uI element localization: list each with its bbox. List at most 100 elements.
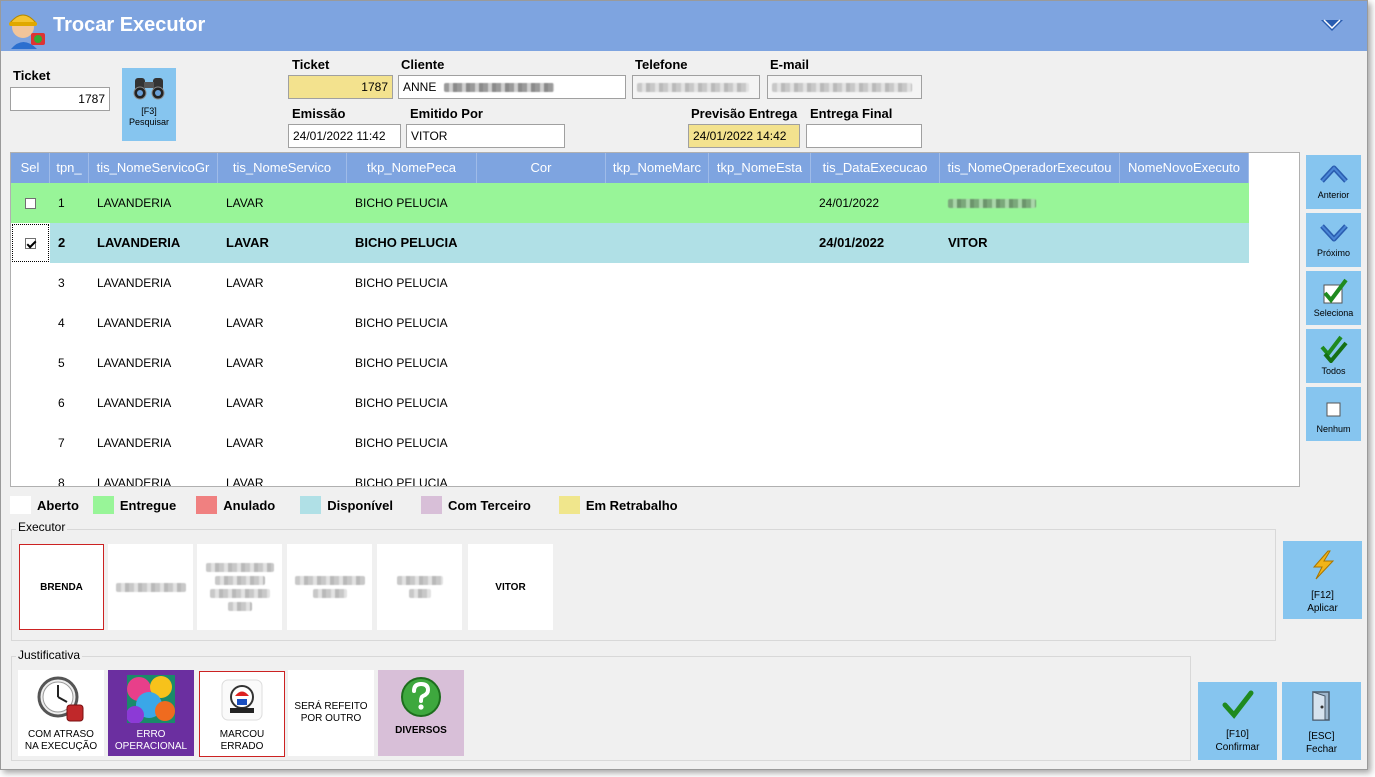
- emitido-por-field: VITOR: [406, 124, 565, 148]
- row-select-cell[interactable]: [11, 423, 50, 463]
- row-grupo: LAVANDERIA: [97, 276, 172, 290]
- trocar-executor-window: Trocar Executor Ticket 1787 [F3] Pesquis…: [0, 0, 1368, 770]
- window-title: Trocar Executor: [53, 14, 206, 36]
- executor-tile-redacted[interactable]: [108, 544, 193, 630]
- justificativa-marcou-errado[interactable]: MARCOU ERRADO: [199, 671, 285, 757]
- title-bar: Trocar Executor: [1, 1, 1367, 51]
- emissao-field: 24/01/2022 11:42: [288, 124, 401, 148]
- row-peca: BICHO PELUCIA: [355, 356, 448, 370]
- email-redacted: [772, 83, 912, 93]
- row-novo-executor: [1120, 223, 1249, 263]
- marcou-line2: ERRADO: [220, 741, 264, 752]
- confirmar-label: Confirmar: [1215, 742, 1260, 753]
- search-button[interactable]: [F3] Pesquisar: [122, 68, 176, 141]
- row-grupo: LAVANDERIA: [97, 396, 172, 410]
- row-servico: LAVAR: [226, 235, 269, 250]
- row-select-cell[interactable]: [11, 223, 50, 263]
- row-estampa: [709, 223, 811, 263]
- legend-aberto: Aberto: [37, 497, 79, 513]
- refeito-label: SERÁ REFEITO POR OUTRO: [294, 701, 367, 725]
- legend-swatch-aberto: [10, 496, 31, 514]
- row-select-cell[interactable]: [11, 463, 50, 486]
- entrega-final-field[interactable]: [806, 124, 922, 148]
- legend-anulado: Anulado: [223, 497, 276, 513]
- executor-tile-brenda[interactable]: BRENDA: [19, 544, 104, 630]
- erro-operacional-label: ERRO OPERACIONAL: [115, 729, 187, 753]
- proximo-button[interactable]: Próximo: [1306, 213, 1361, 267]
- row-select-cell[interactable]: [11, 383, 50, 423]
- executor-tile-redacted[interactable]: [287, 544, 372, 630]
- col-nome-servico[interactable]: tis_NomeServico: [218, 153, 347, 183]
- worker-icon: [8, 14, 45, 49]
- justificativa-atraso[interactable]: COM ATRASO NA EXECUÇÃO: [18, 670, 104, 756]
- fechar-button[interactable]: [ESC] Fechar: [1282, 682, 1361, 760]
- col-data-execucao[interactable]: tis_DataExecucao: [811, 153, 940, 183]
- operador-redacted: [948, 199, 1036, 209]
- table-row[interactable]: 3 LAVANDERIA LAVAR BICHO PELUCIA: [11, 263, 477, 303]
- anterior-button[interactable]: Anterior: [1306, 155, 1361, 209]
- row-peca: BICHO PELUCIA: [355, 276, 448, 290]
- row-select-cell[interactable]: [11, 303, 50, 343]
- col-tpn[interactable]: tpn_: [50, 153, 89, 183]
- row-marca: [606, 223, 709, 263]
- table-row[interactable]: 6 LAVANDERIA LAVAR BICHO PELUCIA: [11, 383, 477, 423]
- refeito-line1: SERÁ REFEITO: [294, 701, 368, 712]
- row-number: 5: [58, 356, 65, 370]
- row-peca: BICHO PELUCIA: [355, 396, 448, 410]
- table-row[interactable]: 2 LAVANDERIA LAVAR BICHO PELUCIA 24/01/2…: [11, 223, 1249, 263]
- col-nome-servico-gr[interactable]: tis_NomeServicoGr: [89, 153, 218, 183]
- chevron-down-icon: [1319, 224, 1348, 242]
- seleciona-button[interactable]: Seleciona: [1306, 271, 1361, 325]
- justificativa-erro-operacional[interactable]: ERRO OPERACIONAL: [108, 670, 194, 756]
- row-grupo: LAVANDERIA: [97, 316, 172, 330]
- items-grid[interactable]: Sel tpn_ tis_NomeServicoGr tis_NomeServi…: [10, 152, 1300, 487]
- row-servico: LAVAR: [226, 276, 264, 290]
- aplicar-button[interactable]: [F12] Aplicar: [1283, 541, 1362, 619]
- fechar-key: [ESC]: [1308, 731, 1335, 742]
- row-number: 3: [58, 276, 65, 290]
- executor-name-redacted: [209, 589, 270, 598]
- table-row[interactable]: 7 LAVANDERIA LAVAR BICHO PELUCIA: [11, 423, 477, 463]
- cliente-field: ANNE: [398, 75, 626, 99]
- confirmar-button[interactable]: [F10] Confirmar: [1198, 682, 1277, 760]
- executor-tile-redacted[interactable]: [377, 544, 462, 630]
- row-checkbox[interactable]: [25, 197, 36, 209]
- row-novo-executor: [1120, 183, 1249, 223]
- table-row[interactable]: 4 LAVANDERIA LAVAR BICHO PELUCIA: [11, 303, 477, 343]
- col-nome-peca[interactable]: tkp_NomePeca: [347, 153, 477, 183]
- sticker-icon: [221, 679, 263, 721]
- ticket-search-input[interactable]: 1787: [10, 87, 110, 111]
- col-operador-executou[interactable]: tis_NomeOperadorExecutou: [940, 153, 1120, 183]
- executor-tile-vitor[interactable]: VITOR: [468, 544, 553, 630]
- atraso-line1: COM ATRASO: [28, 729, 94, 740]
- justificativa-group-label: Justificativa: [16, 648, 83, 662]
- col-nome-marca[interactable]: tkp_NomeMarc: [606, 153, 709, 183]
- row-select-cell[interactable]: [11, 183, 50, 223]
- chevron-down-icon[interactable]: [1319, 17, 1345, 35]
- lightning-icon: [1312, 550, 1334, 580]
- row-grupo: LAVANDERIA: [97, 436, 172, 450]
- marcou-errado-label: MARCOU ERRADO: [220, 729, 264, 753]
- col-sel[interactable]: Sel: [11, 153, 50, 183]
- table-row[interactable]: 8 LAVANDERIA LAVAR BICHO PELUCIA: [11, 463, 477, 487]
- row-servico: LAVAR: [226, 196, 264, 210]
- row-select-cell[interactable]: [11, 343, 50, 383]
- table-row[interactable]: 1 LAVANDERIA LAVAR BICHO PELUCIA 24/01/2…: [11, 183, 1249, 223]
- row-checkbox[interactable]: [25, 237, 36, 249]
- nenhum-button[interactable]: Nenhum: [1306, 387, 1361, 441]
- todos-button[interactable]: Todos: [1306, 329, 1361, 383]
- justificativa-diversos[interactable]: DIVERSOS: [378, 670, 464, 756]
- justificativa-refeito-por-outro[interactable]: SERÁ REFEITO POR OUTRO: [288, 670, 374, 756]
- ticket-field: 1787: [288, 75, 393, 99]
- col-nome-estampa[interactable]: tkp_NomeEsta: [709, 153, 811, 183]
- col-cor[interactable]: Cor: [477, 153, 606, 183]
- row-select-cell[interactable]: [11, 263, 50, 303]
- row-servico: LAVAR: [226, 436, 264, 450]
- table-row[interactable]: 5 LAVANDERIA LAVAR BICHO PELUCIA: [11, 343, 477, 383]
- row-servico: LAVAR: [226, 476, 264, 487]
- col-novo-executor[interactable]: NomeNovoExecuto: [1120, 153, 1249, 183]
- executor-tile-redacted[interactable]: [197, 544, 282, 630]
- chevron-up-icon: [1319, 165, 1348, 183]
- row-peca: BICHO PELUCIA: [355, 196, 448, 210]
- row-data: 24/01/2022: [819, 196, 880, 210]
